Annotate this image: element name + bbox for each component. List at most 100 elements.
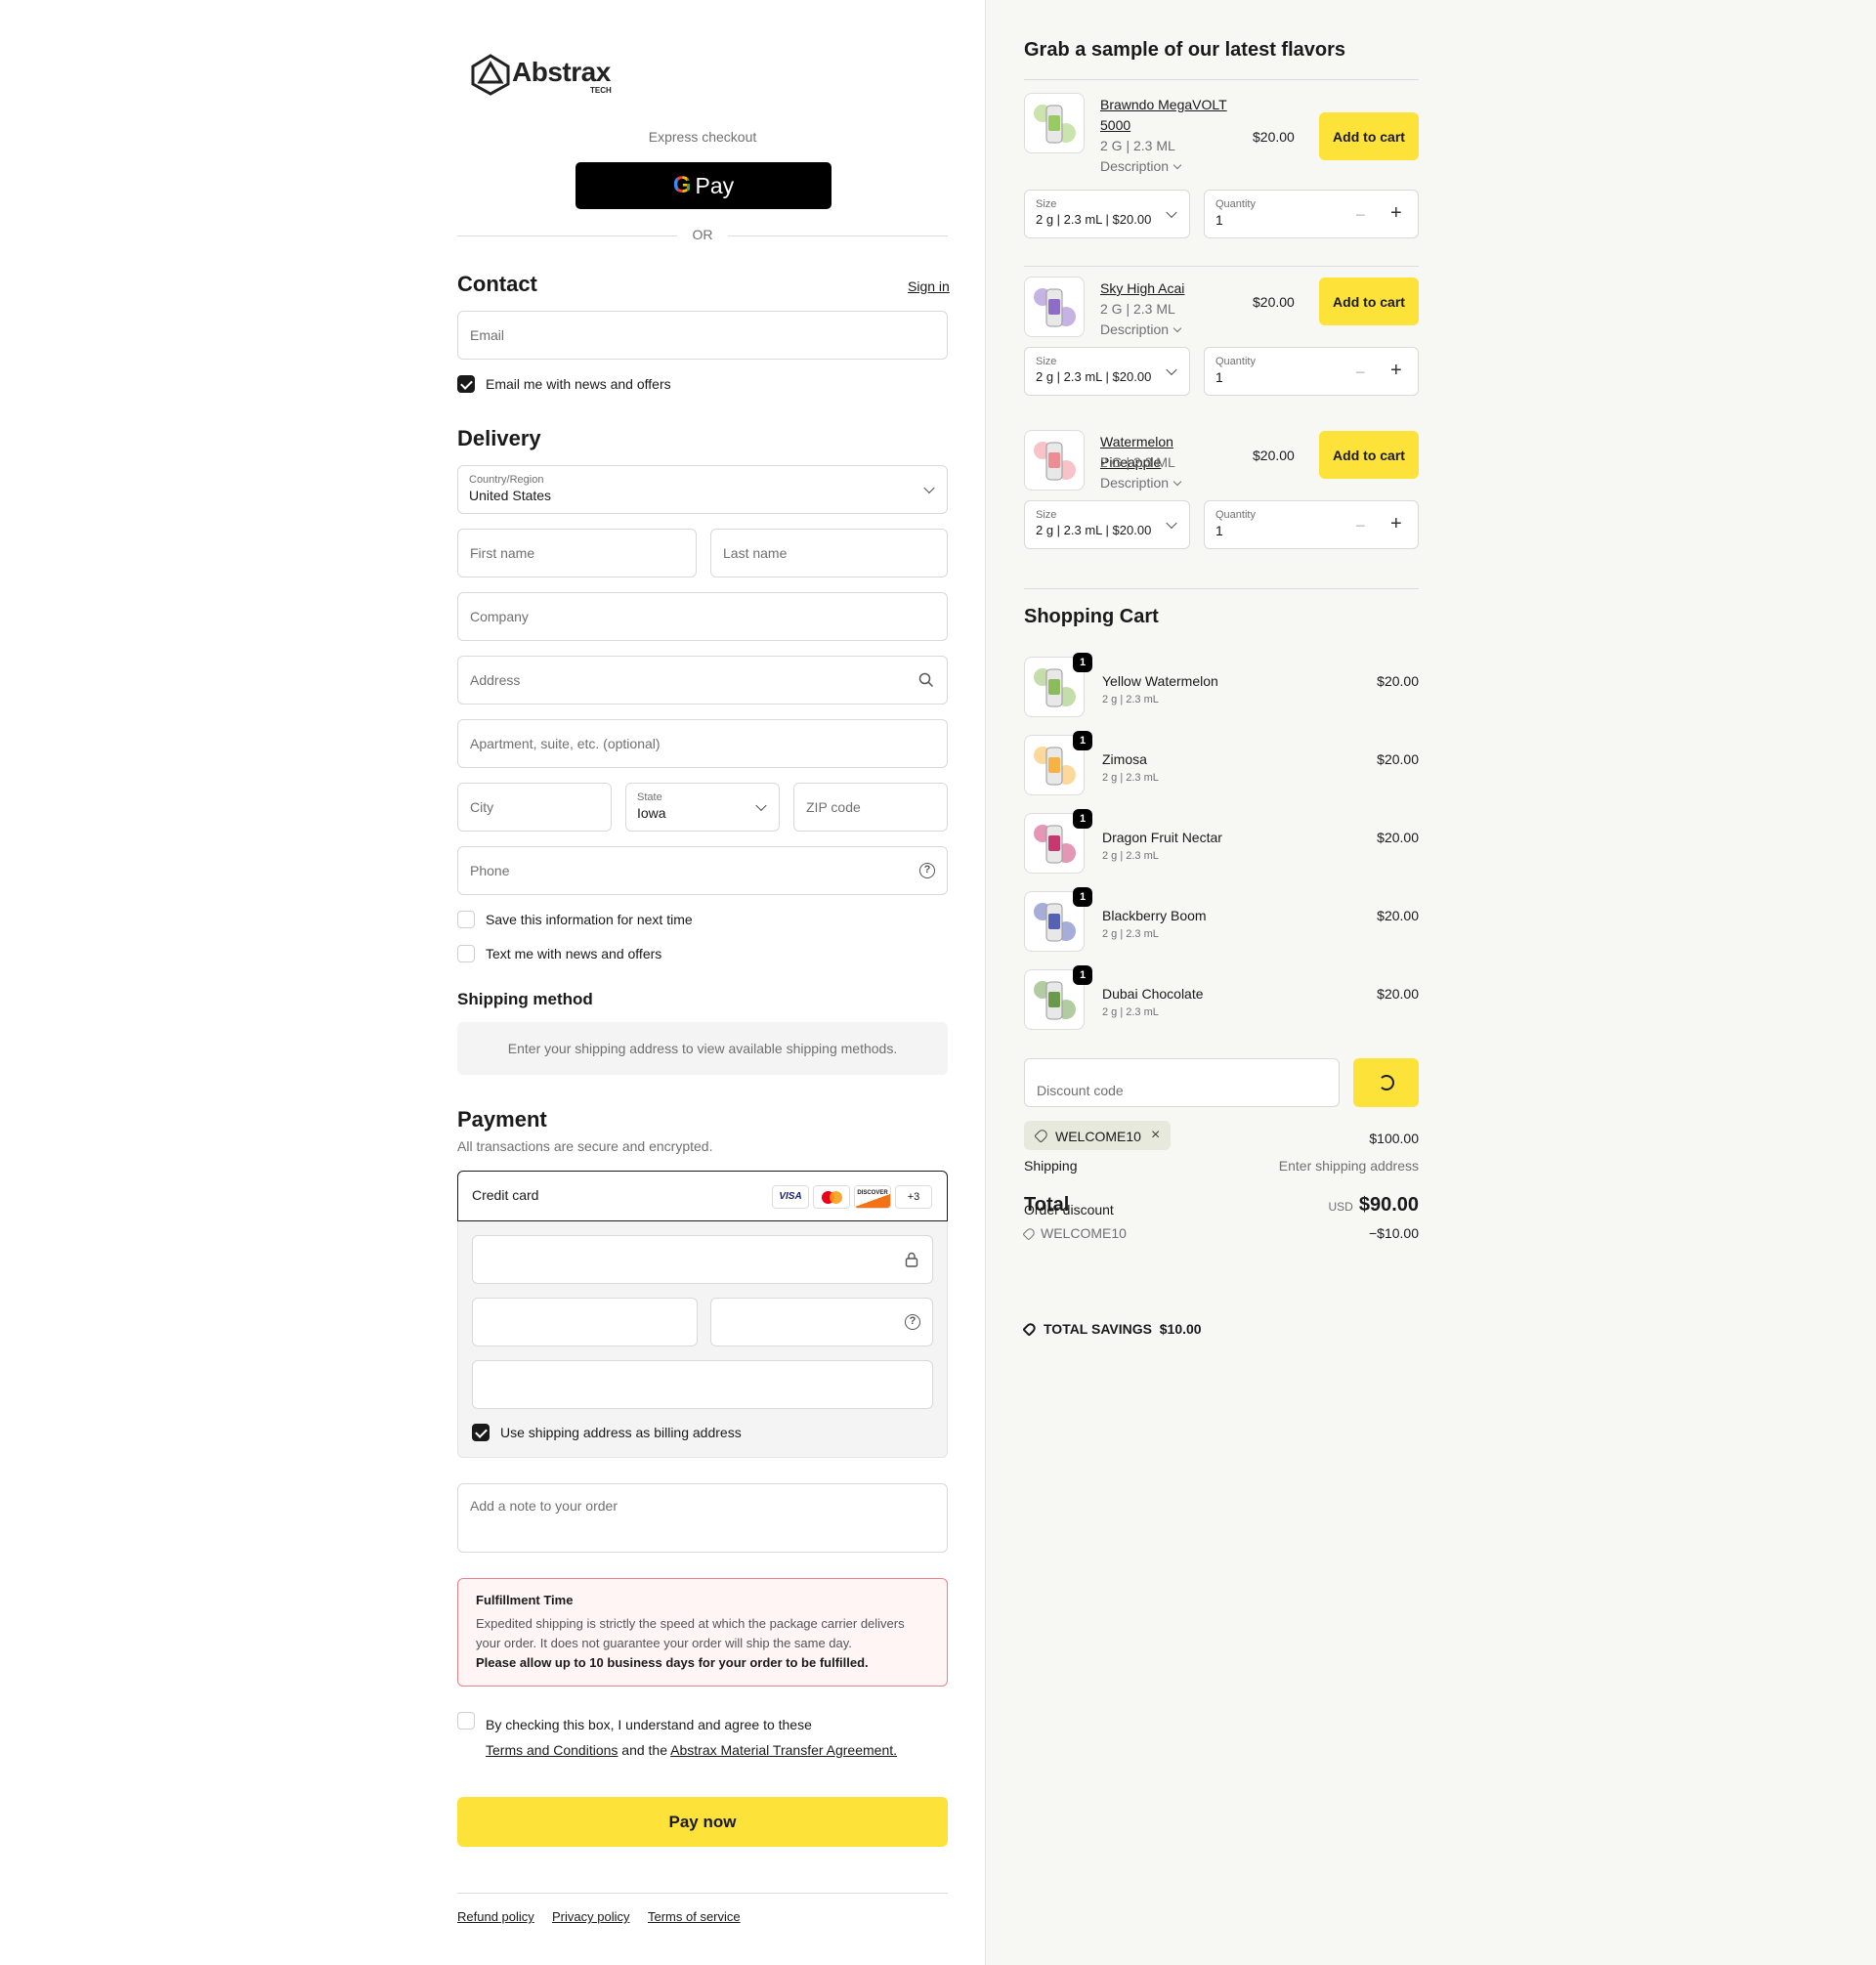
agreement-prefix: By checking this box, I understand and a… xyxy=(486,1717,812,1732)
upsell-spec: 2 G | 2.3 ML xyxy=(1100,138,1175,153)
or-divider-left xyxy=(457,235,677,236)
privacy-policy-link[interactable]: Privacy policy xyxy=(552,1909,629,1924)
upsell-product-name[interactable]: Sky High Acai xyxy=(1100,278,1237,299)
abstrax-logo-icon xyxy=(471,54,510,96)
order-note-field[interactable]: Add a note to your order xyxy=(457,1483,948,1553)
mta-link[interactable]: Abstrax Material Transfer Agreement. xyxy=(670,1742,897,1758)
zip-field[interactable]: ZIP code xyxy=(793,783,948,832)
remove-discount-icon[interactable]: × xyxy=(1151,1127,1160,1144)
discount-code-field[interactable]: Discount code xyxy=(1024,1058,1340,1107)
plus-icon[interactable]: + xyxy=(1390,360,1402,382)
last-name-field[interactable]: Last name xyxy=(710,529,948,577)
order-discount-code-row: WELCOME10 xyxy=(1022,1225,1127,1241)
upsell-quantity-stepper[interactable]: Quantity 1 − + xyxy=(1204,347,1419,396)
terms-of-service-link[interactable]: Terms of service xyxy=(648,1909,741,1924)
chevron-down-icon xyxy=(1172,160,1182,170)
search-icon xyxy=(918,672,934,688)
help-icon[interactable]: ? xyxy=(919,863,935,878)
agreement-text: By checking this box, I understand and a… xyxy=(486,1712,945,1763)
upsell-quantity-stepper[interactable]: Quantity 1 − + xyxy=(1204,500,1419,549)
city-field[interactable]: City xyxy=(457,783,612,832)
upsell-description-toggle[interactable]: Description xyxy=(1100,158,1182,174)
upsell-item-divider xyxy=(1024,266,1419,267)
apartment-field[interactable]: Apartment, suite, etc. (optional) xyxy=(457,719,948,768)
address-field[interactable]: Address xyxy=(457,656,948,705)
email-field[interactable]: Email xyxy=(457,311,948,360)
add-to-cart-button[interactable]: Add to cart xyxy=(1319,112,1419,160)
card-name-field[interactable] xyxy=(472,1360,933,1409)
total-label: Total xyxy=(1024,1194,1070,1216)
brand-logo[interactable]: Abstrax TECH xyxy=(469,51,625,96)
cart-item: 1 Dragon Fruit Nectar 2 g | 2.3 mL $20.00 xyxy=(1024,809,1419,876)
credit-card-label: Credit card xyxy=(472,1187,539,1203)
text-me-label: Text me with news and offers xyxy=(486,946,662,961)
cart-heading: Shopping Cart xyxy=(1024,606,1159,627)
sign-in-link[interactable]: Sign in xyxy=(908,278,950,294)
add-to-cart-button[interactable]: Add to cart xyxy=(1319,431,1419,479)
applied-discount-tag[interactable]: WELCOME10 × xyxy=(1024,1121,1171,1150)
shipping-method-message: Enter your shipping address to view avai… xyxy=(507,1041,898,1056)
terms-link[interactable]: Terms and Conditions xyxy=(486,1742,618,1758)
state-select[interactable]: State Iowa xyxy=(625,783,780,832)
cart-item: 1 Dubai Chocolate 2 g | 2.3 mL $20.00 xyxy=(1024,965,1419,1032)
shipping-label: Shipping xyxy=(1024,1158,1078,1174)
quantity-badge: 1 xyxy=(1073,731,1092,750)
apartment-placeholder: Apartment, suite, etc. (optional) xyxy=(470,736,661,751)
email-placeholder: Email xyxy=(470,327,505,343)
or-label: OR xyxy=(692,227,713,242)
upsell-size-select[interactable]: Size 2 g | 2.3 mL | $20.00 xyxy=(1024,190,1190,238)
first-name-field[interactable]: First name xyxy=(457,529,697,577)
cart-item-spec: 2 g | 2.3 mL xyxy=(1102,1006,1159,1018)
size-value: 2 g | 2.3 mL | $20.00 xyxy=(1036,212,1152,227)
upsell-size-select[interactable]: Size 2 g | 2.3 mL | $20.00 xyxy=(1024,500,1190,549)
billing-checkbox[interactable] xyxy=(472,1424,490,1441)
pay-now-button[interactable]: Pay now xyxy=(457,1797,948,1847)
cart-item-name: Dubai Chocolate xyxy=(1102,986,1204,1002)
add-to-cart-button[interactable]: Add to cart xyxy=(1319,278,1419,325)
news-label: Email me with news and offers xyxy=(486,376,671,392)
card-number-field[interactable] xyxy=(472,1235,933,1284)
quantity-value: 1 xyxy=(1215,369,1223,385)
help-icon[interactable]: ? xyxy=(905,1314,920,1330)
lock-icon xyxy=(905,1252,918,1267)
upsell-thumbnail[interactable] xyxy=(1024,430,1085,491)
plus-icon[interactable]: + xyxy=(1390,513,1402,535)
upsell-description-label: Description xyxy=(1100,321,1170,337)
fulfillment-alert: Fulfillment Time Expedited shipping is s… xyxy=(457,1578,948,1687)
cart-item: 1 Blackberry Boom 2 g | 2.3 mL $20.00 xyxy=(1024,887,1419,954)
apply-discount-button[interactable] xyxy=(1353,1058,1419,1107)
refund-policy-link[interactable]: Refund policy xyxy=(457,1909,534,1924)
credit-card-option[interactable]: Credit card VISA DISCOVER +3 xyxy=(457,1171,948,1221)
card-expiry-field[interactable] xyxy=(472,1298,698,1346)
company-field[interactable]: Company xyxy=(457,592,948,641)
minus-icon[interactable]: − xyxy=(1355,205,1366,226)
total-value-group: USD $90.00 xyxy=(1272,1194,1419,1217)
upsell-description-toggle[interactable]: Description xyxy=(1100,475,1182,491)
minus-icon[interactable]: − xyxy=(1355,363,1366,383)
upsell-thumbnail[interactable] xyxy=(1024,93,1085,153)
minus-icon[interactable]: − xyxy=(1355,516,1366,536)
text-me-checkbox[interactable] xyxy=(457,945,475,962)
agreement-and: and the xyxy=(621,1742,668,1758)
card-cvv-field[interactable]: ? xyxy=(710,1298,933,1346)
upsell-quantity-stepper[interactable]: Quantity 1 − + xyxy=(1204,190,1419,238)
upsell-description-toggle[interactable]: Description xyxy=(1100,321,1182,337)
size-label: Size xyxy=(1036,198,1057,210)
gpay-button[interactable]: G Pay xyxy=(576,162,831,209)
agreement-checkbox[interactable] xyxy=(457,1712,475,1730)
upsell-product-name[interactable]: Brawndo MegaVOLT 5000 xyxy=(1100,95,1237,136)
spinner-icon xyxy=(1378,1075,1394,1090)
upsell-size-select[interactable]: Size 2 g | 2.3 mL | $20.00 xyxy=(1024,347,1190,396)
zip-placeholder: ZIP code xyxy=(806,799,861,815)
upsell-description-label: Description xyxy=(1100,475,1170,491)
cart-item-price: $20.00 xyxy=(1377,673,1419,689)
cart-item-price: $20.00 xyxy=(1377,908,1419,923)
size-label: Size xyxy=(1036,356,1057,367)
country-select[interactable]: Country/Region United States xyxy=(457,465,948,514)
phone-field[interactable]: Phone ? xyxy=(457,846,948,895)
news-checkbox[interactable] xyxy=(457,375,475,393)
plus-icon[interactable]: + xyxy=(1390,202,1402,225)
upsell-thumbnail[interactable] xyxy=(1024,277,1085,337)
delivery-heading: Delivery xyxy=(457,426,541,450)
save-info-checkbox[interactable] xyxy=(457,911,475,928)
